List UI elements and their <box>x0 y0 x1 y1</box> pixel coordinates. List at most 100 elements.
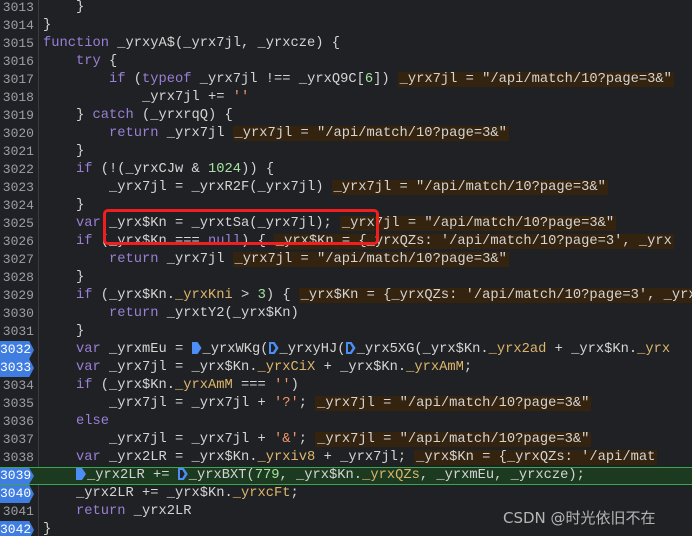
code-text: if (_yrx$Kn._yrxKni > 3) {_yrx$Kn = {_yr… <box>76 287 692 305</box>
keyword: var <box>76 360 101 375</box>
breakpoint-line-number[interactable]: 3032 <box>0 341 34 359</box>
line-number[interactable]: 3016 <box>0 53 34 71</box>
code-line[interactable]: 3022 if (!(_yrxCJw & 1024)) { <box>0 161 692 179</box>
string-literal: '' <box>232 90 250 105</box>
line-number[interactable]: 3038 <box>0 449 34 467</box>
line-number[interactable]: 3024 <box>0 197 34 215</box>
code-line[interactable]: 3035 _yrx7jl = _yrx7jl + '?'; _yrx7jl = "/… <box>0 395 692 413</box>
code-text: } <box>76 323 84 341</box>
line-number[interactable]: 3036 <box>0 413 34 431</box>
code-line[interactable]: 3030 return _yrxtY2(_yrx$Kn) <box>0 305 692 323</box>
keyword: return <box>109 126 159 141</box>
line-number[interactable]: 3041 <box>0 503 34 521</box>
inline-breakpoint-active-icon[interactable] <box>76 468 86 480</box>
breakpoint-line-number[interactable]: 3033 <box>0 359 34 377</box>
line-number[interactable]: 3029 <box>0 287 34 305</box>
code-line[interactable]: 3039 _yrx2LR += _yrxBXT(779, _yrx$Kn._yrx… <box>0 467 692 485</box>
code-line[interactable]: 3015 function _yrxyA$(_yrx7jl, _yrxcze) { <box>0 35 692 53</box>
code-line[interactable]: 3028} <box>0 269 692 287</box>
line-number[interactable]: 3017 <box>0 71 34 89</box>
code-token: } <box>43 18 52 33</box>
code-token: _yrx2LR <box>125 504 192 519</box>
line-number[interactable]: 3020 <box>0 125 34 143</box>
code-token: + _yrx$Kn. <box>546 342 638 357</box>
property-name: _yrxQZs <box>362 468 420 483</box>
code-token: _yrxWKg( <box>202 342 269 357</box>
code-token: _yrx7jl = _yrxR2F(_yrx7jl) <box>109 180 324 195</box>
code-token: _yrxyHJ( <box>279 342 346 357</box>
code-line[interactable]: 3014} <box>0 17 692 35</box>
code-token: ) <box>290 378 299 393</box>
code-line[interactable]: 3017 if (typeof _yrx7jl !== _yrxQ9C[6]) _y… <box>0 71 692 89</box>
code-text: function _yrxyA$(_yrx7jl, _yrxcze) { <box>43 35 340 53</box>
code-line[interactable]: 3013} <box>0 0 692 17</box>
code-token: _yrx7jl <box>158 126 225 141</box>
code-text: } <box>43 521 51 536</box>
line-number[interactable]: 3014 <box>0 17 34 35</box>
code-token: (!(_yrxCJw & <box>92 162 209 177</box>
line-number[interactable]: 3022 <box>0 161 34 179</box>
code-line[interactable]: 3020 return _yrx7jl _yrx7jl = "/api/match/… <box>0 125 692 143</box>
code-line[interactable]: 3018 _yrx7jl += '' <box>0 89 692 107</box>
line-number[interactable]: 3019 <box>0 107 34 125</box>
code-token: + _yrx$Kn. <box>315 360 407 375</box>
code-line[interactable]: 3023 _yrx7jl = _yrxR2F(_yrx7jl) _yrx7jl = … <box>0 179 692 197</box>
line-number[interactable]: 3035 <box>0 395 34 413</box>
code-token: _yrx7jl !== _yrxQ9C[ <box>191 72 365 87</box>
line-number[interactable]: 3021 <box>0 143 34 161</box>
code-token: } <box>76 198 85 213</box>
code-token: _yrx7jl = _yrx7jl + <box>109 432 275 447</box>
code-line[interactable]: 3019 } catch (_yrxrqQ) { <box>0 107 692 125</box>
code-token: _yrxBXT( <box>188 468 255 483</box>
line-number[interactable]: 3023 <box>0 179 34 197</box>
code-token: _yrx2LR = _yrx$Kn. <box>100 450 258 465</box>
breakpoint-line-number[interactable]: 3040 <box>0 485 34 503</box>
code-text: } catch (_yrxrqQ) { <box>76 107 233 125</box>
code-token: ; <box>298 432 308 447</box>
code-token: , _yrxmEu, _yrxcze); <box>419 468 585 483</box>
code-line[interactable]: 3016 try { <box>0 53 692 71</box>
line-number[interactable]: 3030 <box>0 305 34 323</box>
property-name: _yrx <box>637 342 671 357</box>
code-line[interactable]: 3032 var _yrxmEu = _yrxWKg(_yrxyHJ(_yrx5X… <box>0 341 692 359</box>
number-literal: 6 <box>364 72 374 87</box>
line-number[interactable]: 3015 <box>0 35 34 53</box>
code-text: try { <box>76 53 117 71</box>
inline-breakpoint-active-icon[interactable] <box>191 342 202 354</box>
code-line[interactable]: 3021} <box>0 143 692 161</box>
property-name: _yrxAmM <box>175 378 233 393</box>
inline-breakpoint-icon[interactable] <box>268 342 279 354</box>
code-line[interactable]: 3037 _yrx7jl = _yrx7jl + '&'; _yrx7jl = "/… <box>0 431 692 449</box>
breakpoint-line-number[interactable]: 3039 <box>0 468 34 484</box>
line-number[interactable]: 3026 <box>0 233 34 251</box>
inline-breakpoint-icon[interactable] <box>345 342 356 354</box>
code-line[interactable]: 3038 var _yrx2LR = _yrx$Kn._yrxiv8 + _yrx… <box>0 449 692 467</box>
keyword: return <box>109 252 159 267</box>
line-number[interactable]: 3037 <box>0 431 34 449</box>
line-number[interactable]: 3031 <box>0 323 34 341</box>
code-line[interactable]: 3036 else <box>0 413 692 431</box>
line-number[interactable]: 3025 <box>0 215 34 233</box>
code-text: if (typeof _yrx7jl !== _yrxQ9C[6]) _yrx7j… <box>109 71 674 89</box>
code-line[interactable]: 3040 _yrx2LR += _yrx$Kn._yrxcFt; <box>0 485 692 503</box>
code-text: _yrx7jl += '' <box>142 89 249 107</box>
line-number[interactable]: 3028 <box>0 269 34 287</box>
code-line[interactable]: 3027 return _yrx7jl _yrx7jl = "/api/match/… <box>0 251 692 269</box>
line-number[interactable]: 3027 <box>0 251 34 269</box>
line-number[interactable]: 3013 <box>0 0 34 17</box>
code-text: } <box>76 143 84 161</box>
property-name: _yrxKni <box>175 288 233 303</box>
code-line[interactable]: 3031} <box>0 323 692 341</box>
inline-breakpoint-icon[interactable] <box>177 468 188 480</box>
code-text: if (!(_yrxCJw & 1024)) { <box>76 161 274 179</box>
breakpoint-line-number[interactable]: 3042 <box>0 521 34 536</box>
line-number[interactable]: 3018 <box>0 89 34 107</box>
code-line[interactable]: 3034 if (_yrx$Kn._yrxAmM === '') <box>0 377 692 395</box>
watermark: CSDN @时光依旧不在 <box>503 509 656 527</box>
code-text: var _yrx7jl = _yrx$Kn._yrxCiX + _yrx$Kn.… <box>76 359 472 377</box>
code-token: _yrxyA$(_yrx7jl, _yrxcze) { <box>109 36 341 51</box>
line-number[interactable]: 3034 <box>0 377 34 395</box>
code-line[interactable]: 3033 var _yrx7jl = _yrx$Kn._yrxCiX + _yrx… <box>0 359 692 377</box>
code-line[interactable]: 3029 if (_yrx$Kn._yrxKni > 3) {_yrx$Kn = … <box>0 287 692 305</box>
code-editor[interactable]: 3013} 3014} 3015 function _yrxyA$(_yrx7jl, … <box>0 0 692 536</box>
